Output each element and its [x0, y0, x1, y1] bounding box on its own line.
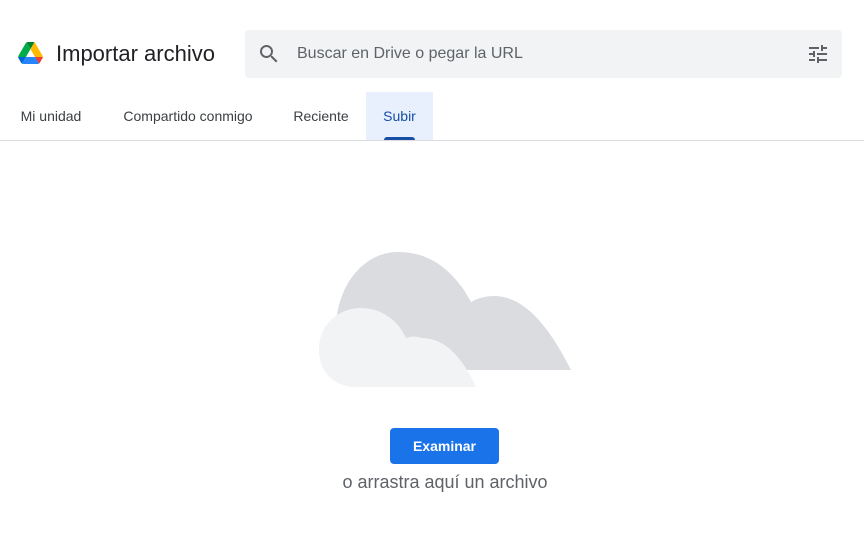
tab-label: Compartido conmigo	[123, 108, 253, 124]
tab-upload[interactable]: Subir	[366, 92, 433, 140]
tab-bar: Mi unidad Compartido conmigo Reciente Su…	[0, 92, 864, 141]
header: Importar archivo	[0, 0, 864, 92]
search-bar[interactable]	[245, 30, 842, 78]
tab-label: Reciente	[293, 108, 349, 124]
tab-shared-with-me[interactable]: Compartido conmigo	[102, 92, 274, 140]
tab-label: Subir	[383, 108, 416, 124]
tab-label: Mi unidad	[20, 108, 82, 124]
tab-my-drive[interactable]: Mi unidad	[4, 92, 98, 140]
tune-icon[interactable]	[806, 42, 830, 66]
search-icon[interactable]	[257, 42, 281, 66]
dialog-title: Importar archivo	[56, 41, 215, 66]
drag-drop-hint: o arrastra aquí un archivo	[342, 472, 548, 492]
search-input[interactable]	[297, 30, 787, 78]
cloud-illustration	[319, 252, 571, 387]
tab-recent[interactable]: Reciente	[277, 92, 365, 140]
google-drive-logo-icon	[18, 42, 43, 64]
import-file-dialog: Importar archivo Mi unidad Compartido co…	[0, 0, 864, 560]
active-tab-indicator	[384, 137, 415, 140]
browse-button[interactable]: Examinar	[390, 428, 499, 464]
